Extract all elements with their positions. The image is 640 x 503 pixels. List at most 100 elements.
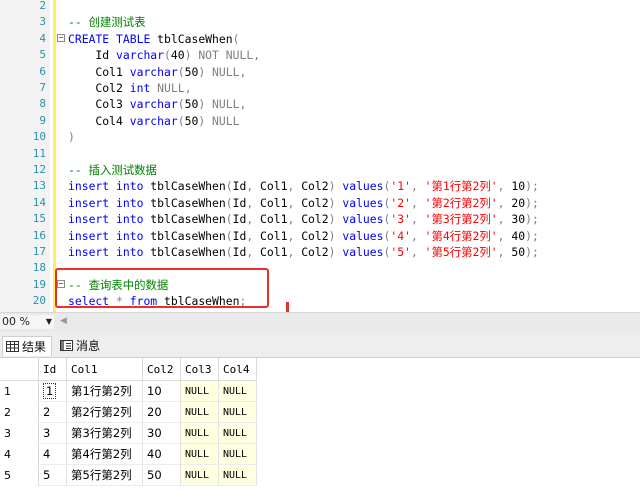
code-line[interactable]: 16 insert into tblCaseWhen(Id, Col1, Col2… [0, 228, 640, 244]
code-token: , [410, 228, 425, 243]
code-line[interactable]: 17 insert into tblCaseWhen(Id, Col1, Col2… [0, 244, 640, 260]
code-line[interactable]: 15 insert into tblCaseWhen(Id, Col1, Col2… [0, 211, 640, 227]
code-token: Col2 [68, 81, 130, 95]
code-token: Col1 [253, 245, 288, 259]
code-line[interactable]: 12 -- 插入测试数据 [0, 162, 640, 178]
code-token: '4' [390, 228, 411, 243]
column-header[interactable]: Col2 [142, 358, 181, 381]
message-icon [60, 340, 73, 351]
code-line[interactable]: 10) [0, 129, 640, 145]
grid-cell[interactable]: NULL [180, 401, 219, 423]
row-number[interactable]: 3 [0, 422, 39, 444]
grid-cell[interactable]: 20 [142, 401, 181, 423]
table-row[interactable]: 3 3 第3行第2列 30 NULL NULL [0, 422, 257, 444]
code-token: , [497, 212, 512, 227]
grid-cell[interactable]: 2 [38, 401, 67, 423]
column-header[interactable]: Col1 [66, 358, 143, 381]
grid-cell[interactable]: NULL [218, 401, 257, 423]
code-line[interactable]: 3 -- 创建测试表 [0, 14, 640, 30]
table-row[interactable]: 2 2 第2行第2列 20 NULL NULL [0, 401, 257, 423]
sql-editor[interactable]: 2 3 -- 创建测试表 4 − CREATE TABLE tblCaseWhen(5 I… [0, 0, 640, 312]
code-token: , [410, 212, 425, 227]
code-token: Col2 [294, 179, 329, 194]
grid-cell[interactable]: 40 [142, 443, 181, 465]
tab-messages[interactable]: 消息 [57, 336, 113, 356]
grid-cell[interactable]: NULL [180, 443, 219, 465]
line-number: 18 [32, 261, 46, 275]
code-text: -- 创建测试表 [68, 14, 146, 30]
grid-cell[interactable]: 第2行第2列 [66, 401, 143, 423]
zoom-value: 00 % [2, 315, 30, 328]
code-line[interactable]: 6 Col1 varchar(50) NULL, [0, 64, 640, 80]
line-number: 20 [32, 294, 46, 308]
grid-corner[interactable] [0, 358, 39, 381]
code-line[interactable]: 7 Col2 int NULL, [0, 80, 640, 96]
grid-cell[interactable]: 第4行第2列 [66, 443, 143, 465]
cell-value: NULL [185, 427, 210, 439]
cell-value: NULL [223, 385, 248, 397]
code-token: tblCaseWhen [150, 31, 233, 46]
code-token: ( [225, 212, 233, 227]
code-line[interactable]: 9 Col4 varchar(50) NULL [0, 113, 640, 129]
line-number: 11 [32, 146, 46, 160]
results-grid[interactable]: Id Col1 Col2 Col3 Col4 1 1 第1行第2列 10 NULL NULL 2 2 第… [0, 358, 640, 503]
code-line[interactable]: 14 insert into tblCaseWhen(Id, Col1, Col2… [0, 195, 640, 211]
code-token: '3' [390, 212, 411, 227]
grid-cell[interactable]: 50 [142, 464, 181, 486]
column-header[interactable]: Col3 [180, 358, 219, 381]
code-token: CREATE [68, 31, 110, 46]
code-token: NOT NULL [198, 48, 254, 63]
code-line[interactable]: 5 Id varchar(40) NOT NULL, [0, 47, 640, 63]
scroll-left-icon[interactable]: ◀ [60, 316, 67, 326]
code-line[interactable]: 8 Col3 varchar(50) NULL, [0, 96, 640, 112]
grid-cell[interactable]: NULL [218, 380, 257, 402]
collapse-icon[interactable]: − [57, 33, 65, 42]
grid-cell[interactable]: NULL [180, 380, 219, 402]
column-header[interactable]: Col4 [218, 358, 257, 381]
chevron-down-icon: ▼ [45, 317, 52, 326]
code-token: ( [225, 228, 233, 243]
grid-cell[interactable]: 第1行第2列 [66, 380, 143, 402]
code-token: varchar [129, 64, 178, 79]
code-token: ( [225, 245, 233, 259]
cell-value: 10 [147, 384, 162, 398]
table-row[interactable]: 4 4 第4行第2列 40 NULL NULL [0, 443, 257, 465]
code-text: CREATE TABLE tblCaseWhen( [68, 31, 239, 47]
row-number[interactable]: 2 [0, 401, 39, 423]
grid-cell[interactable]: 4 [38, 443, 67, 465]
code-token: tblCaseWhen [143, 179, 226, 194]
grid-cell[interactable]: NULL [180, 464, 219, 486]
row-number[interactable]: 4 [0, 443, 39, 465]
grid-cell[interactable]: 10 [142, 380, 181, 402]
grid-cell[interactable]: NULL [218, 443, 257, 465]
grid-cell[interactable]: NULL [180, 422, 219, 444]
grid-cell[interactable]: NULL [218, 464, 257, 486]
row-number[interactable]: 5 [0, 464, 39, 486]
table-row[interactable]: 1 1 第1行第2列 10 NULL NULL [0, 380, 257, 402]
code-line[interactable]: 2 [0, 0, 640, 14]
code-token: ( [177, 113, 185, 128]
line-number: 4 [39, 31, 46, 45]
column-header[interactable]: Id [38, 358, 67, 381]
grid-cell[interactable]: 第3行第2列 [66, 422, 143, 444]
tab-results-label: 结果 [22, 340, 47, 354]
code-token: , [497, 179, 512, 194]
grid-cell[interactable]: NULL [218, 422, 257, 444]
grid-cell[interactable]: 1 [38, 380, 67, 402]
code-token: '第2行第2列' [424, 195, 498, 210]
code-token: 50 [511, 245, 526, 259]
row-number[interactable]: 1 [0, 380, 39, 402]
code-line[interactable]: 11 [0, 146, 640, 162]
table-row[interactable]: 5 5 第5行第2列 50 NULL NULL [0, 464, 257, 486]
grid-cell[interactable]: 30 [142, 422, 181, 444]
code-text: insert into tblCaseWhen(Id, Col1, Col2) … [68, 244, 539, 260]
tab-results[interactable]: 结果 [2, 336, 52, 356]
code-line[interactable]: 4 − CREATE TABLE tblCaseWhen( [0, 31, 640, 47]
annotation-highlight-box [55, 268, 269, 308]
code-line[interactable]: 13 insert into tblCaseWhen(Id, Col1, Col2… [0, 178, 640, 194]
grid-cell[interactable]: 3 [38, 422, 67, 444]
grid-cell[interactable]: 5 [38, 464, 67, 486]
grid-cell[interactable]: 第5行第2列 [66, 464, 143, 486]
zoom-dropdown[interactable]: 00 % ▼ [0, 315, 54, 329]
